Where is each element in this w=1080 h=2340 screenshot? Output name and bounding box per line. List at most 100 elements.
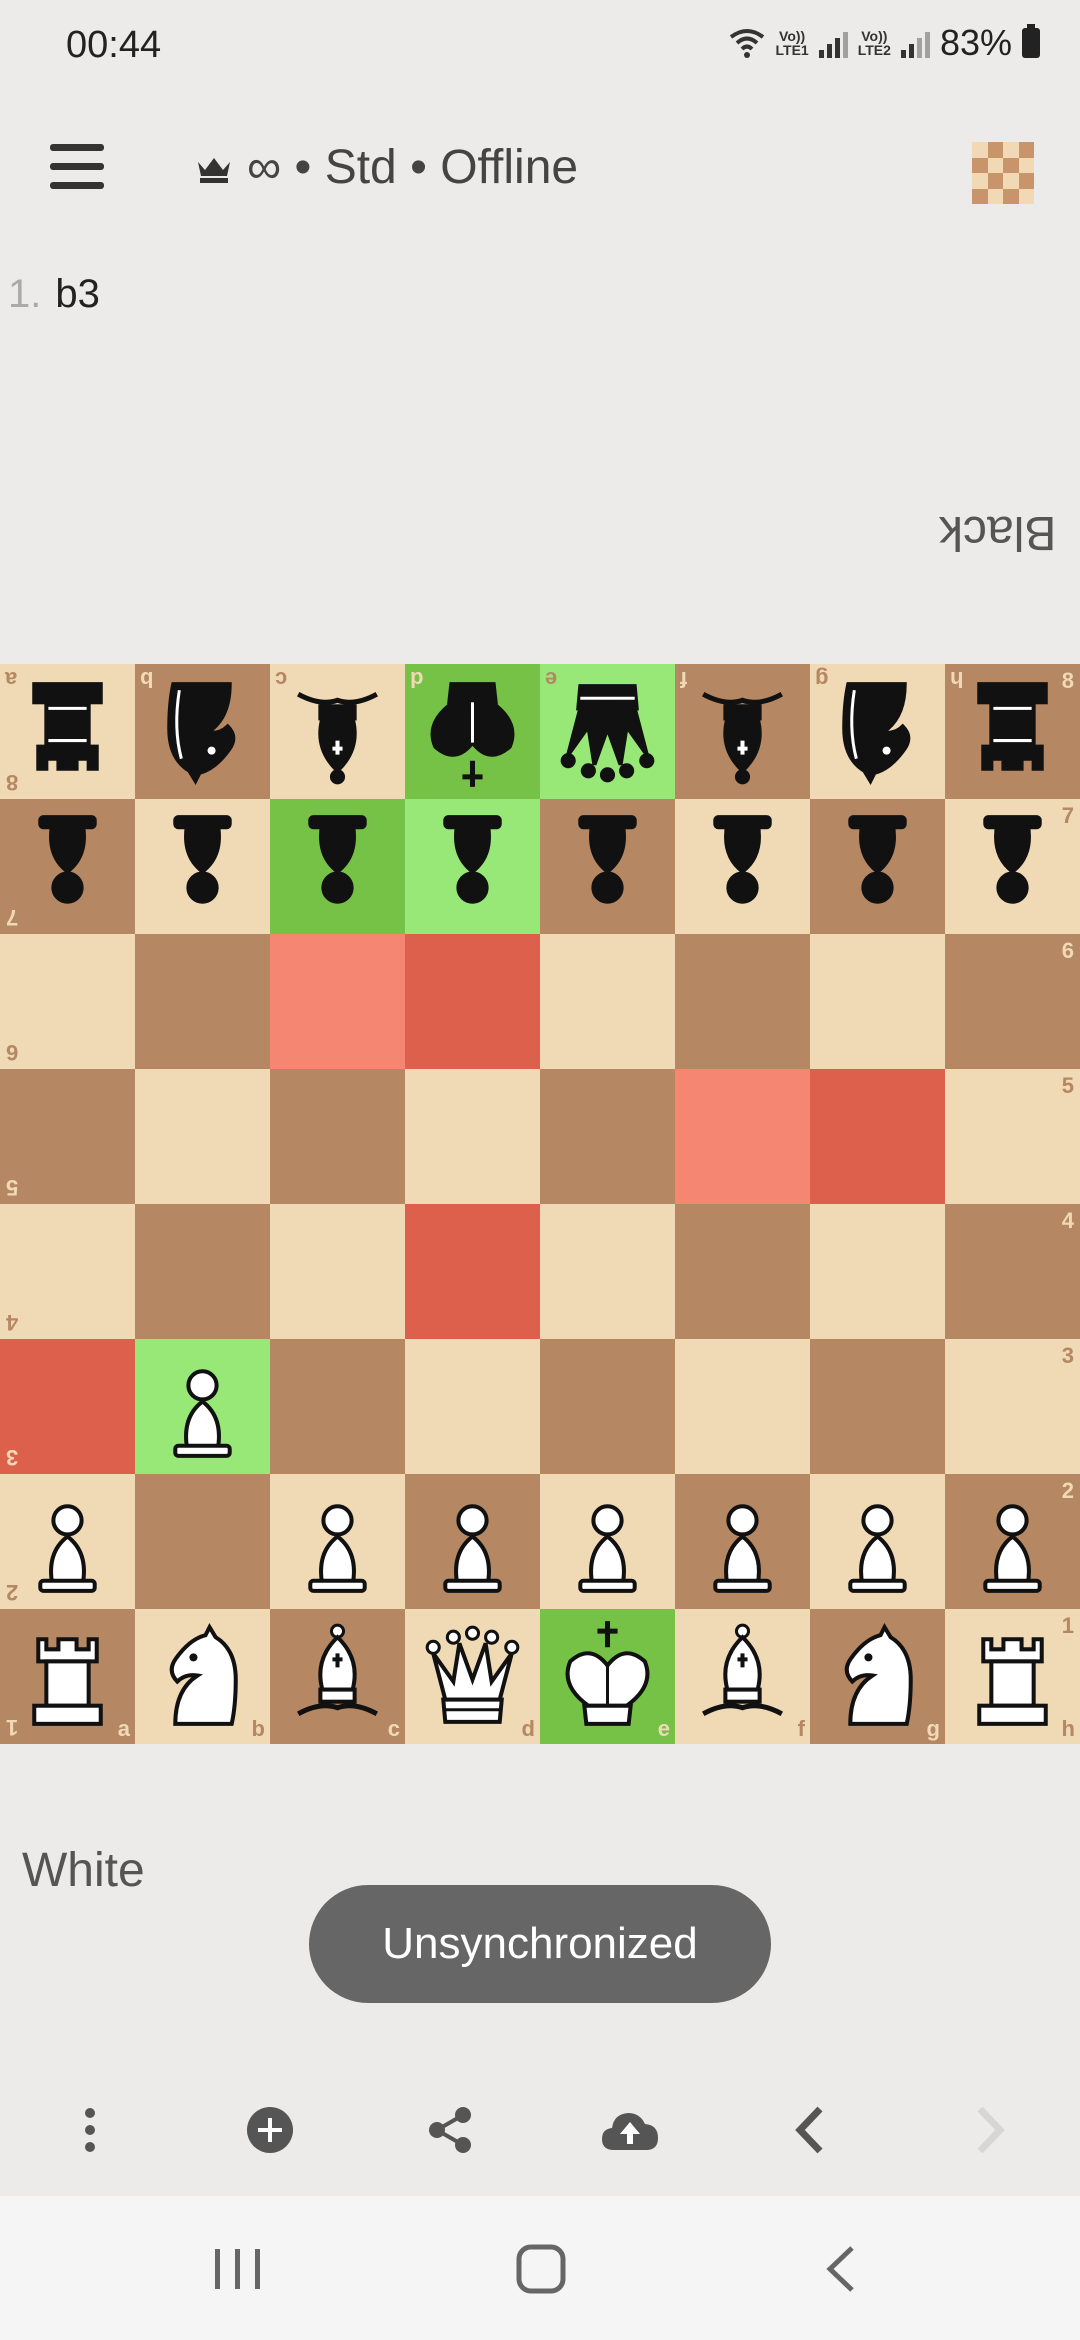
square-g2[interactable]: [810, 1474, 945, 1609]
square-b8[interactable]: b: [135, 664, 270, 799]
square-f4[interactable]: [675, 1204, 810, 1339]
square-d3[interactable]: [405, 1339, 540, 1474]
square-f6[interactable]: [675, 934, 810, 1069]
black-pawn-icon[interactable]: [135, 799, 270, 934]
square-h1[interactable]: h1: [945, 1609, 1080, 1744]
add-circle-icon[interactable]: [225, 2085, 315, 2175]
white-pawn-icon[interactable]: [0, 1474, 135, 1609]
white-pawn-icon[interactable]: [135, 1339, 270, 1474]
black-pawn-icon[interactable]: [405, 799, 540, 934]
square-d2[interactable]: [405, 1474, 540, 1609]
white-knight-icon[interactable]: [810, 1609, 945, 1744]
square-f5[interactable]: [675, 1069, 810, 1204]
black-queen-icon[interactable]: [540, 664, 675, 799]
square-a2[interactable]: 2: [0, 1474, 135, 1609]
square-a4[interactable]: 4: [0, 1204, 135, 1339]
square-c8[interactable]: c: [270, 664, 405, 799]
square-h8[interactable]: 8h: [945, 664, 1080, 799]
move-san[interactable]: b3: [55, 272, 100, 316]
square-h2[interactable]: 2: [945, 1474, 1080, 1609]
white-king-icon[interactable]: [540, 1609, 675, 1744]
square-g5[interactable]: [810, 1069, 945, 1204]
square-d5[interactable]: [405, 1069, 540, 1204]
square-b1[interactable]: b: [135, 1609, 270, 1744]
square-c3[interactable]: [270, 1339, 405, 1474]
white-knight-icon[interactable]: [135, 1609, 270, 1744]
share-icon[interactable]: [405, 2085, 495, 2175]
square-e6[interactable]: [540, 934, 675, 1069]
square-c2[interactable]: [270, 1474, 405, 1609]
square-g4[interactable]: [810, 1204, 945, 1339]
square-a1[interactable]: a1: [0, 1609, 135, 1744]
square-c1[interactable]: c: [270, 1609, 405, 1744]
black-pawn-icon[interactable]: [0, 799, 135, 934]
white-pawn-icon[interactable]: [540, 1474, 675, 1609]
white-pawn-icon[interactable]: [270, 1474, 405, 1609]
square-b2[interactable]: [135, 1474, 270, 1609]
square-b5[interactable]: [135, 1069, 270, 1204]
square-e1[interactable]: e: [540, 1609, 675, 1744]
square-g1[interactable]: g: [810, 1609, 945, 1744]
square-d7[interactable]: [405, 799, 540, 934]
black-knight-icon[interactable]: [810, 664, 945, 799]
more-vertical-icon[interactable]: [45, 2085, 135, 2175]
board-icon[interactable]: [972, 142, 1034, 204]
square-a5[interactable]: 5: [0, 1069, 135, 1204]
black-rook-icon[interactable]: [945, 664, 1080, 799]
chevron-right-icon[interactable]: [945, 2085, 1035, 2175]
square-b6[interactable]: [135, 934, 270, 1069]
square-c4[interactable]: [270, 1204, 405, 1339]
black-knight-icon[interactable]: [135, 664, 270, 799]
square-c6[interactable]: [270, 934, 405, 1069]
square-h3[interactable]: 3: [945, 1339, 1080, 1474]
cloud-upload-icon[interactable]: [585, 2085, 675, 2175]
square-f7[interactable]: [675, 799, 810, 934]
white-pawn-icon[interactable]: [810, 1474, 945, 1609]
square-a3[interactable]: 3: [0, 1339, 135, 1474]
square-e8[interactable]: e: [540, 664, 675, 799]
square-a8[interactable]: a8: [0, 664, 135, 799]
white-bishop-icon[interactable]: [675, 1609, 810, 1744]
square-g6[interactable]: [810, 934, 945, 1069]
black-rook-icon[interactable]: [0, 664, 135, 799]
square-b3[interactable]: [135, 1339, 270, 1474]
white-rook-icon[interactable]: [0, 1609, 135, 1744]
square-a6[interactable]: 6: [0, 934, 135, 1069]
white-rook-icon[interactable]: [945, 1609, 1080, 1744]
home-icon[interactable]: [513, 2241, 569, 2297]
square-h4[interactable]: 4: [945, 1204, 1080, 1339]
hamburger-menu-icon[interactable]: [50, 144, 104, 190]
square-h7[interactable]: 7: [945, 799, 1080, 934]
square-d8[interactable]: d: [405, 664, 540, 799]
black-king-icon[interactable]: [405, 664, 540, 799]
square-d1[interactable]: d: [405, 1609, 540, 1744]
black-pawn-icon[interactable]: [540, 799, 675, 934]
white-pawn-icon[interactable]: [405, 1474, 540, 1609]
black-bishop-icon[interactable]: [270, 664, 405, 799]
square-d6[interactable]: [405, 934, 540, 1069]
square-g7[interactable]: [810, 799, 945, 934]
black-bishop-icon[interactable]: [675, 664, 810, 799]
square-g8[interactable]: g: [810, 664, 945, 799]
chevron-left-icon[interactable]: [765, 2085, 855, 2175]
square-f2[interactable]: [675, 1474, 810, 1609]
white-pawn-icon[interactable]: [945, 1474, 1080, 1609]
square-d4[interactable]: [405, 1204, 540, 1339]
square-h6[interactable]: 6: [945, 934, 1080, 1069]
square-e5[interactable]: [540, 1069, 675, 1204]
square-c5[interactable]: [270, 1069, 405, 1204]
square-c7[interactable]: [270, 799, 405, 934]
square-e2[interactable]: [540, 1474, 675, 1609]
square-b7[interactable]: [135, 799, 270, 934]
black-pawn-icon[interactable]: [945, 799, 1080, 934]
square-e3[interactable]: [540, 1339, 675, 1474]
chess-board[interactable]: a8 b c d e f g 8 h 7 7 6 6 5 5 4 4 3 3 2…: [0, 664, 1080, 1744]
square-g3[interactable]: [810, 1339, 945, 1474]
square-f3[interactable]: [675, 1339, 810, 1474]
square-f8[interactable]: f: [675, 664, 810, 799]
square-e7[interactable]: [540, 799, 675, 934]
black-pawn-icon[interactable]: [675, 799, 810, 934]
back-icon[interactable]: [820, 2244, 860, 2294]
black-pawn-icon[interactable]: [810, 799, 945, 934]
square-f1[interactable]: f: [675, 1609, 810, 1744]
